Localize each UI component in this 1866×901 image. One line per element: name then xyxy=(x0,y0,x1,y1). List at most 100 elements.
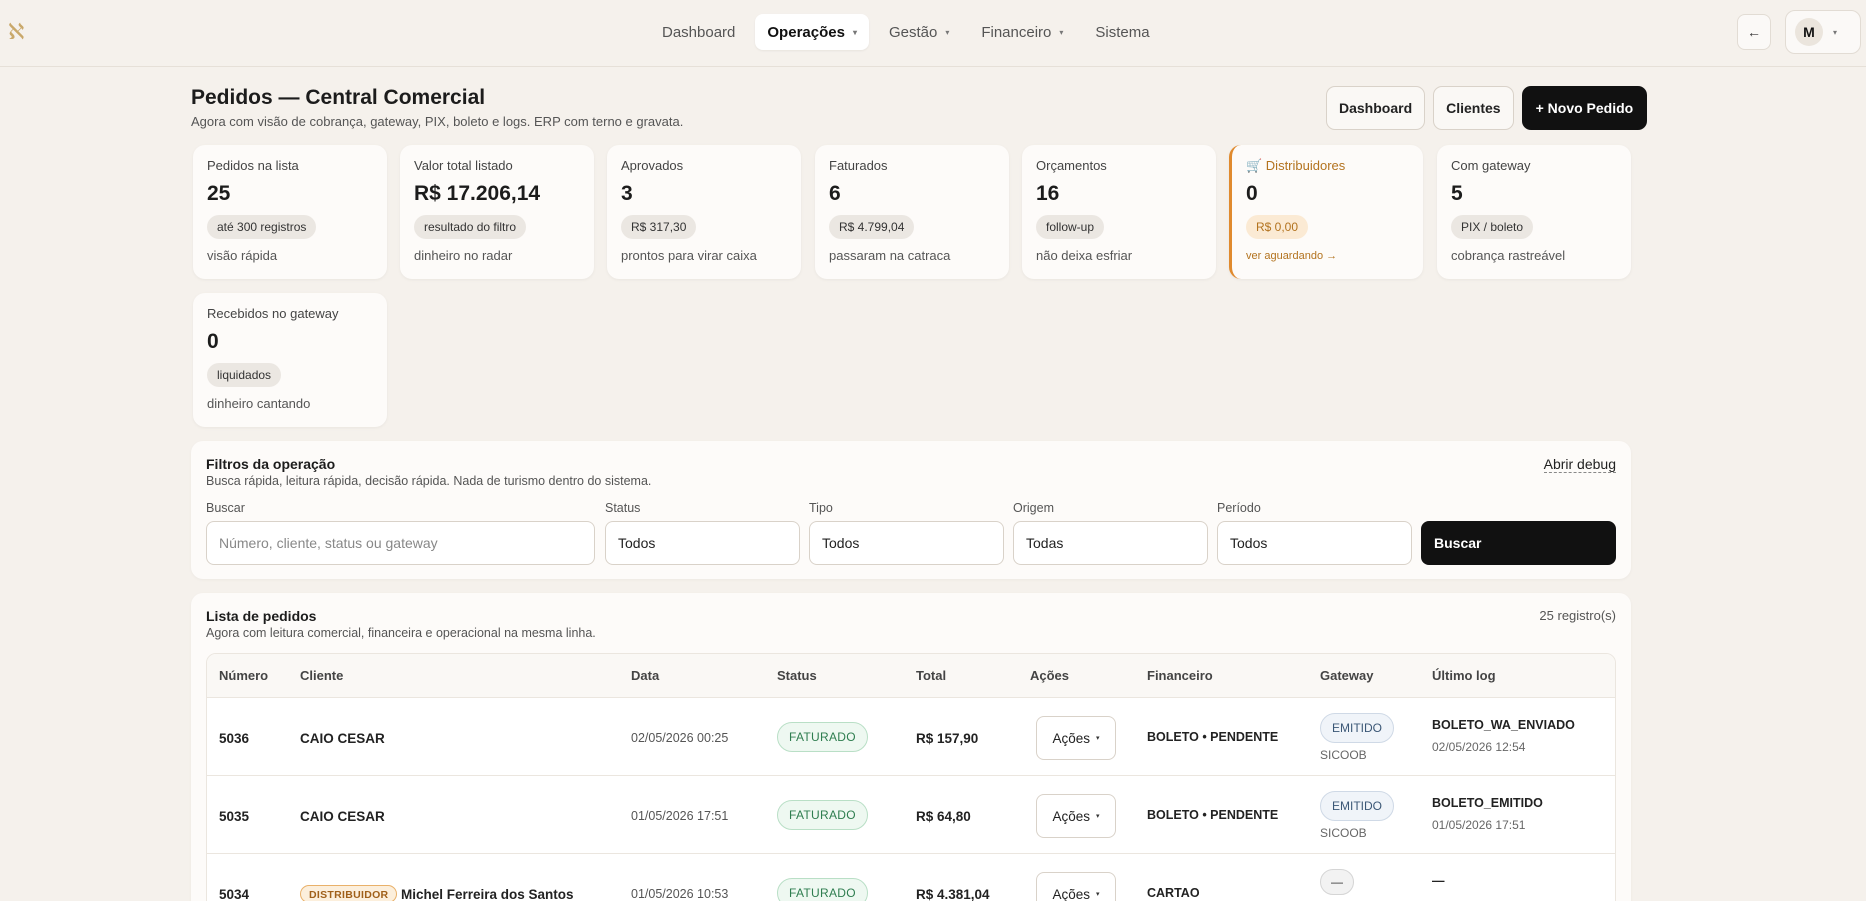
search-input[interactable]: Número, cliente, status ou gateway xyxy=(206,521,595,565)
tipo-label: Tipo xyxy=(809,501,833,515)
card-chip: resultado do filtro xyxy=(414,215,527,239)
nav-sistema[interactable]: Sistema xyxy=(1083,14,1161,50)
card-note: prontos para virar caixa xyxy=(621,248,757,263)
order-date: 01/05/2026 10:53 xyxy=(631,887,729,901)
card-chip: até 300 registros xyxy=(207,215,317,239)
user-menu-button[interactable]: M ▾ xyxy=(1785,10,1861,54)
col-financeiro[interactable]: Financeiro xyxy=(1147,668,1213,683)
dashboard-button[interactable]: Dashboard xyxy=(1326,86,1426,130)
periodo-select[interactable]: Todos xyxy=(1217,521,1412,565)
actions-dropdown[interactable]: Ações ▾ xyxy=(1036,794,1116,838)
main-nav: Dashboard Operações ▾ Gestão ▾ Financeiro ▾… xyxy=(650,14,1162,50)
actions-dropdown[interactable]: Ações ▾ xyxy=(1036,716,1116,760)
order-total: R$ 4.381,04 xyxy=(916,887,990,901)
page-subtitle: Agora com visão de cobrança, gateway, PI… xyxy=(191,114,684,129)
chevron-down-icon: ▾ xyxy=(1096,891,1100,898)
nav-financeiro[interactable]: Financeiro ▾ xyxy=(969,14,1075,50)
origem-select[interactable]: Todas xyxy=(1013,521,1208,565)
chevron-down-icon: ▾ xyxy=(1096,813,1100,820)
actions-dropdown[interactable]: Ações ▾ xyxy=(1036,872,1116,901)
stat-card-valor-total: Valor total listado R$ 17.206,14 resulta… xyxy=(400,145,594,279)
status-badge: FATURADO xyxy=(777,878,868,901)
chevron-down-icon: ▾ xyxy=(945,27,950,37)
filters-panel: Filtros da operação Busca rápida, leitur… xyxy=(191,441,1631,579)
search-button[interactable]: Buscar xyxy=(1421,521,1616,565)
card-note: cobrança rastreável xyxy=(1451,248,1566,263)
orders-subtitle: Agora com leitura comercial, financeira … xyxy=(206,626,596,640)
status-select[interactable]: Todos xyxy=(605,521,800,565)
card-chip: R$ 0,00 xyxy=(1246,215,1309,239)
card-label: Orçamentos xyxy=(1036,158,1107,173)
gateway-badge: EMITIDO xyxy=(1320,713,1394,743)
col-acoes: Ações xyxy=(1030,668,1070,683)
card-label: Aprovados xyxy=(621,158,684,173)
back-button[interactable]: ← xyxy=(1737,14,1771,50)
stat-card-recebidos-gateway: Recebidos no gateway 0 liquidados dinhei… xyxy=(193,293,387,427)
clientes-button[interactable]: Clientes xyxy=(1433,86,1514,130)
see-waiting-link[interactable]: ver aguardando → xyxy=(1246,250,1409,262)
last-log: BOLETO_EMITIDO xyxy=(1432,796,1543,810)
card-chip: follow-up xyxy=(1036,215,1105,239)
last-log-date: 02/05/2026 12:54 xyxy=(1432,740,1526,754)
table-row[interactable]: 5034 DISTRIBUIDOR Michel Ferreira dos Sa… xyxy=(207,854,1615,901)
card-note: não deixa esfriar xyxy=(1036,248,1133,263)
page-title: Pedidos — Central Comercial xyxy=(191,86,486,109)
stat-card-aprovados: Aprovados 3 R$ 317,30 prontos para virar… xyxy=(607,145,801,279)
col-total[interactable]: Total xyxy=(916,668,946,683)
order-total: R$ 157,90 xyxy=(916,731,979,746)
card-label: Recebidos no gateway xyxy=(207,306,339,321)
filters-title: Filtros da operação xyxy=(206,456,336,472)
nav-dashboard[interactable]: Dashboard xyxy=(650,14,747,50)
last-log-date: 01/05/2026 17:51 xyxy=(1432,818,1526,832)
card-value: 16 xyxy=(1036,182,1060,205)
financial-status: BOLETO • PENDENTE xyxy=(1147,730,1279,744)
order-client: CAIO CESAR xyxy=(300,809,385,824)
new-order-button[interactable]: + Novo Pedido xyxy=(1521,86,1648,130)
nav-operacoes[interactable]: Operações ▾ xyxy=(755,14,869,50)
orders-title: Lista de pedidos xyxy=(206,608,317,624)
col-cliente[interactable]: Cliente xyxy=(300,668,343,683)
card-label: 🛒 Distribuidores xyxy=(1246,158,1346,173)
table-row[interactable]: 5035 CAIO CESAR 01/05/2026 17:51 FATURAD… xyxy=(207,776,1615,854)
brand-logo-icon[interactable]: ℵ xyxy=(8,20,30,46)
col-gateway[interactable]: Gateway xyxy=(1320,668,1373,683)
avatar: M xyxy=(1795,18,1823,46)
card-value: 6 xyxy=(829,182,841,205)
open-debug-link[interactable]: Abrir debug xyxy=(1543,456,1616,473)
nav-gestao[interactable]: Gestão ▾ xyxy=(877,14,961,50)
card-chip: R$ 317,30 xyxy=(621,215,697,239)
gateway-provider: SICOOB xyxy=(1320,748,1367,762)
card-value: 5 xyxy=(1451,182,1463,205)
records-count: 25 registro(s) xyxy=(1539,608,1616,623)
card-label: Faturados xyxy=(829,158,888,173)
order-number[interactable]: 5036 xyxy=(219,731,249,746)
col-ultimo-log[interactable]: Último log xyxy=(1432,668,1496,683)
table-row[interactable]: 5036 CAIO CESAR 02/05/2026 00:25 FATURAD… xyxy=(207,698,1615,776)
card-value: R$ 17.206,14 xyxy=(414,182,541,205)
col-status[interactable]: Status xyxy=(777,668,817,683)
card-chip: liquidados xyxy=(207,363,282,387)
card-value: 0 xyxy=(207,330,219,353)
order-number[interactable]: 5034 xyxy=(219,887,249,901)
card-note: visão rápida xyxy=(207,248,278,263)
col-numero[interactable]: Número xyxy=(219,668,268,683)
arrow-left-icon: ← xyxy=(1747,24,1761,40)
tipo-select[interactable]: Todos xyxy=(809,521,1004,565)
order-number[interactable]: 5035 xyxy=(219,809,249,824)
last-log: — xyxy=(1432,874,1445,888)
chevron-down-icon: ▾ xyxy=(1833,27,1838,37)
card-label: Com gateway xyxy=(1451,158,1531,173)
card-value: 0 xyxy=(1246,182,1258,205)
order-date: 01/05/2026 17:51 xyxy=(631,809,729,823)
stat-card-com-gateway: Com gateway 5 PIX / boleto cobrança rast… xyxy=(1437,145,1631,279)
col-data[interactable]: Data xyxy=(631,668,659,683)
card-chip: R$ 4.799,04 xyxy=(829,215,915,239)
header-actions: Dashboard Clientes + Novo Pedido xyxy=(1326,86,1648,130)
order-client: Michel Ferreira dos Santos xyxy=(401,887,574,901)
stat-card-distribuidores[interactable]: 🛒 Distribuidores 0 R$ 0,00 ver aguardand… xyxy=(1229,145,1423,279)
orders-panel: Lista de pedidos Agora com leitura comer… xyxy=(191,593,1631,901)
gateway-badge: — xyxy=(1320,869,1354,895)
filters-subtitle: Busca rápida, leitura rápida, decisão rá… xyxy=(206,474,652,488)
order-total: R$ 64,80 xyxy=(916,809,971,824)
financial-status: BOLETO • PENDENTE xyxy=(1147,808,1279,822)
